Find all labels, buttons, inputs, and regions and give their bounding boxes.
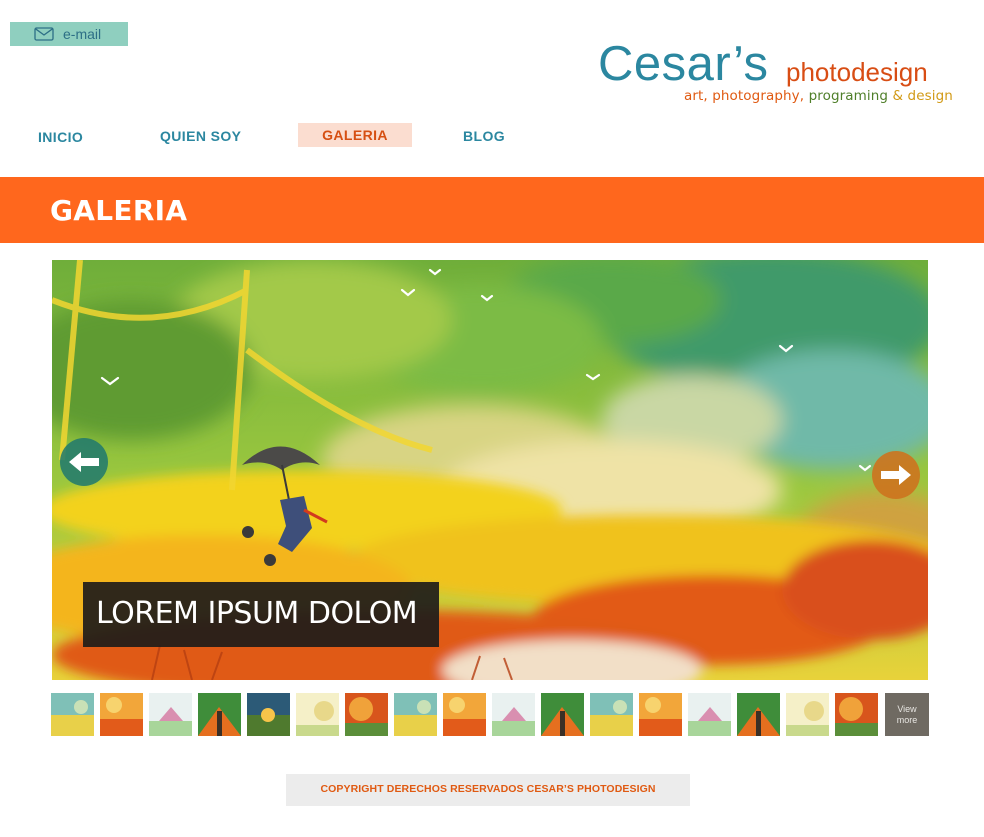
tagline-ampersand: &: [892, 88, 904, 104]
thumbnail[interactable]: [100, 693, 143, 736]
logo-photodesign: photodesign: [786, 57, 928, 87]
footer: COPYRIGHT DERECHOS RESERVADOS CESAR’S PH…: [286, 774, 690, 806]
thumbnail[interactable]: [198, 693, 241, 736]
thumbnail[interactable]: [492, 693, 535, 736]
thumbnail-strip: View more: [51, 693, 929, 736]
slide-caption-text: LOREM IPSUM DOLOM: [96, 596, 418, 631]
view-more-button[interactable]: View more: [885, 693, 929, 736]
thumbnail[interactable]: [345, 693, 388, 736]
email-button[interactable]: e-mail: [10, 22, 128, 46]
tagline-design: design: [907, 88, 953, 104]
page-banner: GALERIA: [0, 177, 984, 243]
copyright-text: COPYRIGHT DERECHOS RESERVADOS CESAR’S PH…: [320, 783, 656, 795]
thumbnail[interactable]: [394, 693, 437, 736]
arrow-left-icon: [69, 452, 99, 472]
email-label: e-mail: [63, 26, 102, 42]
slide-caption: LOREM IPSUM DOLOM: [83, 582, 439, 647]
page-title: GALERIA: [50, 194, 188, 227]
nav-item-blog[interactable]: BLOG: [463, 124, 505, 148]
thumbnail[interactable]: [149, 693, 192, 736]
nav-item-galeria[interactable]: GALERIA: [298, 123, 412, 147]
tagline-programing: programing: [808, 88, 889, 104]
logo-name: Cesar’s: [598, 37, 769, 91]
image-slider[interactable]: LOREM IPSUM DOLOM: [52, 260, 928, 680]
arrow-right-icon: [881, 465, 911, 485]
thumbnail[interactable]: [443, 693, 486, 736]
thumbnail[interactable]: [296, 693, 339, 736]
tagline-art: art,: [684, 88, 708, 104]
tagline-photography: photography,: [712, 88, 805, 104]
view-more-line1: View: [897, 704, 917, 714]
thumbnail[interactable]: [737, 693, 780, 736]
thumbnail[interactable]: [590, 693, 633, 736]
thumbnail[interactable]: [639, 693, 682, 736]
view-more-line2: more: [896, 715, 918, 725]
nav-item-quien-soy[interactable]: QUIEN SOY: [160, 124, 241, 148]
logo-tagline: art, photography, programing & design: [684, 88, 953, 104]
thumbnail[interactable]: [51, 693, 94, 736]
thumbnail[interactable]: [786, 693, 829, 736]
thumbnail[interactable]: [247, 693, 290, 736]
thumbnail[interactable]: [541, 693, 584, 736]
next-slide-button[interactable]: [872, 451, 920, 499]
thumbnail[interactable]: [835, 693, 878, 736]
thumbnail[interactable]: [688, 693, 731, 736]
nav-item-inicio[interactable]: INICIO: [38, 125, 83, 149]
prev-slide-button[interactable]: [60, 438, 108, 486]
envelope-icon: [34, 27, 54, 41]
site-logo[interactable]: Cesar’s photodesign art, photography, pr…: [598, 36, 958, 108]
